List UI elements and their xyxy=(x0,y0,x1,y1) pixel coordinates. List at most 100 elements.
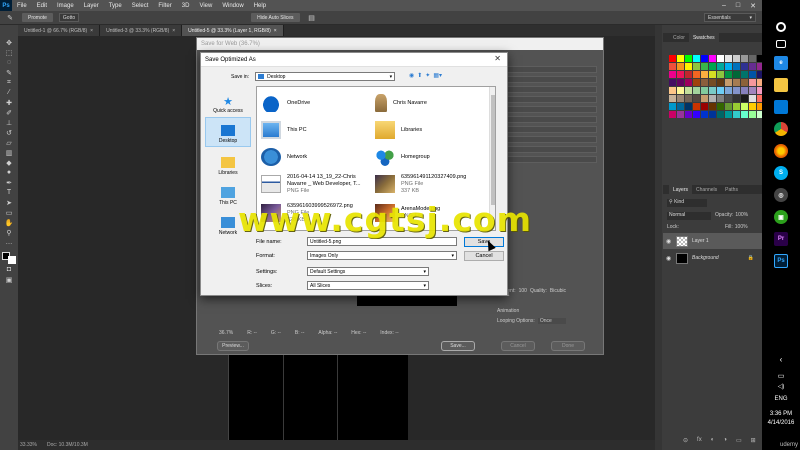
color-swatch[interactable] xyxy=(717,103,724,110)
zoom-value[interactable]: 36.7% xyxy=(219,330,233,336)
layer-row-background[interactable]: ◉ Background 🔒 xyxy=(663,250,762,266)
eye-icon[interactable]: ◉ xyxy=(666,238,672,245)
color-swatch[interactable] xyxy=(693,79,700,86)
menu-3d[interactable]: 3D xyxy=(177,3,195,9)
new-layer-icon[interactable]: ⊞ xyxy=(751,437,756,444)
zoom-dropdown[interactable]: Gotto xyxy=(58,13,80,22)
adjustment-icon[interactable]: ◑ xyxy=(723,437,727,444)
premiere-icon[interactable]: Pr xyxy=(774,232,788,246)
color-swatch[interactable] xyxy=(725,71,732,78)
color-swatch[interactable] xyxy=(701,63,708,70)
color-swatch[interactable] xyxy=(709,55,716,62)
menu-view[interactable]: View xyxy=(194,3,217,9)
color-swatch[interactable] xyxy=(677,111,684,118)
color-swatch[interactable] xyxy=(733,55,740,62)
slice-options-icon[interactable]: ▤ xyxy=(306,13,318,22)
file-item-png-1[interactable]: 635961491120327409.png PNG File 337 KB xyxy=(375,171,490,197)
color-swatches[interactable] xyxy=(2,252,16,264)
workspace-selector[interactable]: Essentials ▾ xyxy=(704,13,756,22)
back-icon[interactable]: ◉ xyxy=(409,72,414,79)
tab-paths[interactable]: Paths xyxy=(721,185,742,194)
color-swatch[interactable] xyxy=(685,55,692,62)
color-swatch[interactable] xyxy=(741,55,748,62)
task-view-icon[interactable] xyxy=(776,40,786,48)
close-icon[interactable]: × xyxy=(90,28,93,34)
color-swatch[interactable] xyxy=(701,111,708,118)
color-swatch[interactable] xyxy=(749,111,756,118)
maximize-icon[interactable]: □ xyxy=(736,2,740,10)
color-swatch[interactable] xyxy=(669,71,676,78)
color-swatch[interactable] xyxy=(685,71,692,78)
cancel-button[interactable]: Cancel xyxy=(464,251,504,261)
percent-value[interactable]: 100 xyxy=(519,288,527,294)
color-swatch[interactable] xyxy=(709,87,716,94)
color-swatch[interactable] xyxy=(733,103,740,110)
sfw-save-button[interactable]: Save... xyxy=(441,341,475,351)
document-canvas[interactable] xyxy=(228,354,408,450)
color-swatch[interactable] xyxy=(677,87,684,94)
color-swatch[interactable] xyxy=(685,87,692,94)
menu-type[interactable]: Type xyxy=(104,3,127,9)
tab-layers[interactable]: Layers xyxy=(669,185,693,194)
close-icon[interactable]: × xyxy=(274,28,277,34)
quick-select-tool-icon[interactable]: ✎ xyxy=(3,68,15,77)
color-swatch[interactable] xyxy=(677,63,684,70)
color-swatch[interactable] xyxy=(685,103,692,110)
opacity-value[interactable]: 100% xyxy=(735,212,748,218)
color-swatch[interactable] xyxy=(741,87,748,94)
close-icon[interactable]: ✕ xyxy=(494,54,501,63)
color-swatch[interactable] xyxy=(725,55,732,62)
quick-mask-icon[interactable]: ◘ xyxy=(3,265,15,274)
file-explorer-icon[interactable] xyxy=(774,78,788,92)
color-swatch[interactable] xyxy=(669,111,676,118)
chrome-icon[interactable] xyxy=(774,122,788,136)
cortana-icon[interactable] xyxy=(776,22,786,32)
mask-icon[interactable]: ◐ xyxy=(711,437,715,444)
shape-tool-icon[interactable]: ▭ xyxy=(3,208,15,217)
opacity-control[interactable]: Opacity: 100% xyxy=(715,212,748,218)
color-swatch[interactable] xyxy=(709,95,716,102)
color-swatch[interactable] xyxy=(701,71,708,78)
color-swatch[interactable] xyxy=(741,95,748,102)
file-item-chris-navarre[interactable]: Chris Navarre xyxy=(375,90,490,116)
menu-edit[interactable]: Edit xyxy=(32,3,52,9)
color-swatch[interactable] xyxy=(677,71,684,78)
minimize-icon[interactable]: – xyxy=(722,2,726,10)
place-desktop[interactable]: Desktop xyxy=(205,117,251,147)
blend-mode-select[interactable]: Normal xyxy=(667,212,711,220)
settings-field[interactable] xyxy=(497,96,597,103)
menu-help[interactable]: Help xyxy=(249,3,271,9)
menu-file[interactable]: File xyxy=(12,3,32,9)
eye-icon[interactable]: ◉ xyxy=(666,255,672,262)
menu-image[interactable]: Image xyxy=(52,3,79,9)
color-swatch[interactable] xyxy=(669,55,676,62)
color-swatch[interactable] xyxy=(749,63,756,70)
crop-tool-icon[interactable]: ⌗ xyxy=(3,78,15,87)
preview-button[interactable]: Preview... xyxy=(217,341,249,351)
color-swatch[interactable] xyxy=(693,55,700,62)
hide-auto-slices-button[interactable]: Hide Auto Slices xyxy=(251,13,300,22)
color-swatch[interactable] xyxy=(693,87,700,94)
color-swatch[interactable] xyxy=(701,103,708,110)
link-icon[interactable]: ⊝ xyxy=(683,437,688,444)
close-icon[interactable]: × xyxy=(172,28,175,34)
type-tool-icon[interactable]: T xyxy=(3,188,15,197)
file-item-network[interactable]: Network xyxy=(261,144,376,170)
tab-untitled-3[interactable]: Untitled-3 @ 33.3% (RGB/8) × xyxy=(100,25,183,36)
tab-color[interactable]: Color xyxy=(669,33,689,42)
dodge-tool-icon[interactable]: ● xyxy=(3,168,15,177)
color-swatch[interactable] xyxy=(709,103,716,110)
color-swatch[interactable] xyxy=(733,71,740,78)
color-swatch[interactable] xyxy=(677,95,684,102)
eyedropper-tool-icon[interactable]: ⁄ xyxy=(3,88,15,97)
menu-select[interactable]: Select xyxy=(127,3,154,9)
color-swatch[interactable] xyxy=(749,55,756,62)
color-swatch[interactable] xyxy=(717,55,724,62)
color-swatch[interactable] xyxy=(749,87,756,94)
sfw-done-button[interactable]: Done xyxy=(551,341,585,351)
lasso-tool-icon[interactable]: ◌ xyxy=(3,58,15,67)
firefox-icon[interactable] xyxy=(774,144,788,158)
file-item-homegroup[interactable]: Homegroup xyxy=(375,144,490,170)
file-item-libraries[interactable]: Libraries xyxy=(375,117,490,143)
color-swatch[interactable] xyxy=(749,79,756,86)
